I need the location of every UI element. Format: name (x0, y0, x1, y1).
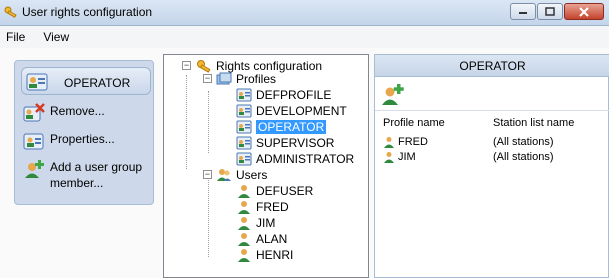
profile-icon (236, 104, 252, 118)
user-label: DEFUSER (256, 184, 314, 198)
user-label: JIM (256, 216, 276, 230)
tree-profile-item[interactable]: DEVELOPMENT (236, 103, 347, 119)
remove-label: Remove... (50, 104, 105, 118)
main-content: OPERATOR Remove... Properties... Add a u… (0, 48, 609, 278)
profile-label: OPERATOR (256, 120, 327, 134)
tree-user-item[interactable]: JIM (236, 215, 275, 231)
profile-label: SUPERVISOR (256, 136, 335, 150)
window-title: User rights configuration (22, 5, 153, 19)
task-pane-header: OPERATOR (21, 67, 151, 95)
profile-detail-pane: OPERATOR Profile name Station list name … (374, 54, 609, 278)
row-name: JIM (398, 151, 416, 163)
row-stations: (All stations) (493, 136, 554, 148)
user-icon (238, 217, 250, 230)
tree-profile-item-selected[interactable]: OPERATOR (236, 119, 327, 135)
profiles-label: Profiles (236, 72, 277, 86)
profile-icon (236, 120, 252, 134)
remove-action[interactable]: Remove... (23, 103, 150, 123)
maximize-button[interactable] (537, 3, 563, 20)
user-icon (384, 137, 394, 148)
tree-user-item[interactable]: FRED (236, 199, 289, 215)
user-label: ALAN (256, 232, 288, 246)
task-pane: OPERATOR Remove... Properties... Add a u… (14, 60, 154, 205)
user-label: FRED (256, 200, 289, 214)
profile-icon (236, 152, 252, 166)
add-user-icon[interactable] (381, 83, 405, 105)
row-stations: (All stations) (493, 151, 554, 163)
properties-label: Properties... (50, 132, 115, 146)
maximize-icon (545, 7, 555, 16)
add-user-action[interactable]: Add a user group member... (23, 159, 150, 191)
tree-line (208, 177, 209, 257)
tree-profiles[interactable]: Profiles (216, 71, 276, 87)
tree-user-item[interactable]: HENRI (236, 247, 293, 263)
profile-label: DEFPROFILE (256, 88, 332, 102)
list-item[interactable]: JIM (All stations) (383, 150, 554, 164)
properties-icon (23, 133, 44, 150)
close-button[interactable] (564, 3, 604, 20)
tree-line (186, 75, 187, 169)
tree-profile-item[interactable]: DEFPROFILE (236, 87, 331, 103)
user-icon (384, 152, 394, 163)
key-icon (197, 60, 211, 73)
tree-users[interactable]: Users (216, 167, 267, 183)
profile-icon (236, 88, 252, 102)
add-user-label: Add a user group member... (50, 160, 143, 190)
profile-label: DEVELOPMENT (256, 104, 347, 118)
profiles-expander[interactable]: − (203, 74, 212, 83)
close-icon (579, 6, 589, 17)
detail-toolbar (375, 77, 609, 111)
minimize-icon (519, 11, 527, 14)
window-controls (510, 3, 604, 20)
menu-bar: File View (0, 26, 609, 48)
remove-profile-icon (23, 103, 45, 122)
detail-title: OPERATOR (375, 55, 609, 77)
tree-user-item[interactable]: DEFUSER (236, 183, 313, 199)
tree-line (208, 91, 209, 153)
list-item[interactable]: FRED (All stations) (383, 135, 554, 149)
root-expander[interactable]: − (182, 61, 191, 70)
column-station-list-name[interactable]: Station list name (493, 117, 574, 129)
column-profile-name[interactable]: Profile name (383, 117, 445, 129)
user-icon (238, 233, 250, 246)
user-label: HENRI (256, 248, 294, 262)
properties-action[interactable]: Properties... (23, 131, 150, 151)
tree-profile-item[interactable]: ADMINISTRATOR (236, 151, 354, 167)
task-pane-title: OPERATOR (64, 76, 131, 90)
profiles-folder-icon (216, 72, 232, 85)
tree-user-item[interactable]: ALAN (236, 231, 287, 247)
profile-card-icon (26, 73, 48, 91)
menu-file[interactable]: File (6, 30, 25, 44)
app-window: User rights configuration File View OPER… (0, 0, 609, 278)
rights-tree[interactable]: − Rights configuration − Profiles DEFPRO… (163, 54, 369, 278)
minimize-button[interactable] (510, 3, 536, 20)
users-group-icon (217, 169, 231, 181)
tree-profile-item[interactable]: SUPERVISOR (236, 135, 334, 151)
users-label: Users (236, 168, 268, 182)
users-expander[interactable]: − (203, 170, 212, 179)
row-name: FRED (398, 136, 428, 148)
key-icon (4, 6, 17, 18)
user-icon (238, 185, 250, 198)
menu-view[interactable]: View (43, 30, 69, 44)
profile-label: ADMINISTRATOR (256, 152, 355, 166)
profile-icon (236, 136, 252, 150)
user-icon (238, 249, 250, 262)
title-bar: User rights configuration (0, 0, 609, 26)
user-icon (238, 201, 250, 214)
add-user-icon (25, 160, 44, 178)
